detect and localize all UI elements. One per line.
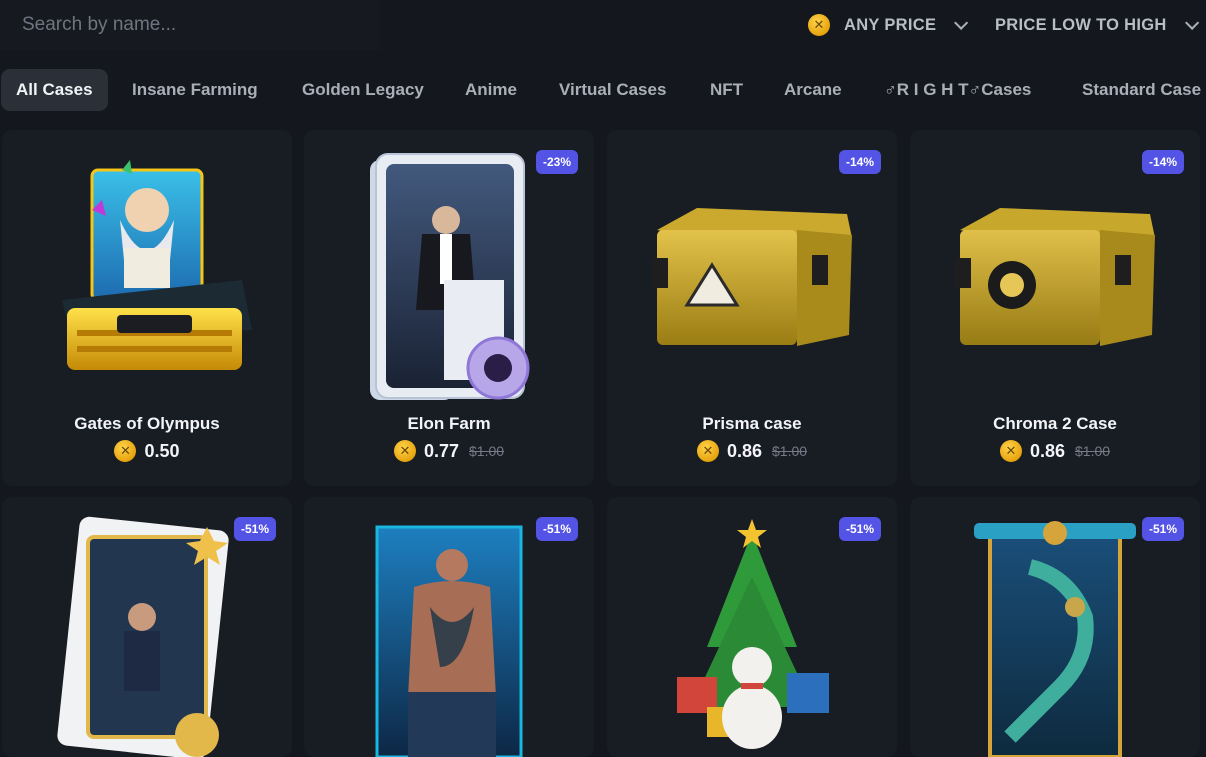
price-value: 0.77 — [423, 440, 459, 461]
sort-label: PRICE LOW TO HIGH — [995, 15, 1167, 34]
coin-icon: ✕ — [999, 440, 1022, 462]
case-card[interactable]: -23% Elon Farm ✕ 0.77 $1.00 — [304, 130, 594, 486]
case-price: ✕ 0.77 $1.00 — [304, 440, 594, 462]
price-value: 0.50 — [144, 440, 180, 461]
case-name: Chroma 2 Case — [993, 414, 1117, 433]
case-card[interactable]: -51% — [910, 497, 1200, 757]
case-name: Elon Farm — [407, 414, 491, 433]
case-price: ✕ 0.86 $1.00 — [607, 440, 897, 462]
coin-icon: ✕ — [808, 14, 830, 36]
coin-icon: ✕ — [393, 440, 416, 462]
case-card[interactable]: -14% Chroma 2 Case ✕ 0.86 $1.00 — [910, 130, 1200, 486]
price-filter-label: ANY PRICE — [844, 15, 937, 34]
case-image — [974, 521, 1136, 757]
elon-farm-case-image — [370, 153, 530, 400]
tab-insane-farming[interactable]: Insane Farming — [132, 69, 258, 111]
tab-right-cases[interactable]: ♂R I G H T♂Cases — [884, 69, 1031, 111]
tab-arcane[interactable]: Arcane — [784, 69, 842, 111]
search-input[interactable] — [0, 0, 380, 50]
old-price: $1.00 — [772, 443, 808, 459]
case-name: Gates of Olympus — [74, 414, 220, 433]
case-card[interactable]: -14% Prisma case ✕ 0.86 $1.00 — [607, 130, 897, 486]
case-card[interactable]: -51% — [2, 497, 292, 757]
chevron-down-icon — [954, 15, 969, 30]
tab-virtual-cases[interactable]: Virtual Cases — [559, 69, 666, 111]
case-card[interactable]: -51% — [304, 497, 594, 757]
case-card[interactable]: -51% — [607, 497, 897, 757]
tab-all-cases[interactable]: All Cases — [1, 69, 108, 111]
tab-anime[interactable]: Anime — [465, 69, 517, 111]
case-image — [375, 525, 523, 757]
gates-of-olympus-case-image — [62, 160, 252, 370]
chevron-down-icon — [1184, 15, 1199, 30]
case-price: ✕ 0.86 $1.00 — [910, 440, 1200, 462]
category-tabs: All Cases Insane Farming Golden Legacy A… — [0, 69, 1206, 111]
old-price: $1.00 — [469, 443, 505, 459]
case-price: ✕ 0.50 — [2, 440, 292, 462]
case-name: Prisma case — [702, 414, 802, 433]
tab-standard-case[interactable]: Standard Case — [1082, 69, 1201, 111]
top-bar: ✕ ANY PRICE PRICE LOW TO HIGH — [0, 0, 1206, 52]
price-value: 0.86 — [726, 440, 762, 461]
case-image — [57, 516, 229, 757]
case-image — [677, 519, 829, 749]
prisma-case-image — [652, 208, 852, 346]
price-filter-dropdown[interactable]: ✕ ANY PRICE — [808, 12, 969, 38]
coin-icon: ✕ — [696, 440, 719, 462]
price-value: 0.86 — [1029, 440, 1065, 461]
tab-golden-legacy[interactable]: Golden Legacy — [302, 69, 424, 111]
coin-icon: ✕ — [114, 440, 137, 462]
case-card[interactable]: Gates of Olympus ✕ 0.50 — [2, 130, 292, 486]
tab-nft[interactable]: NFT — [710, 69, 743, 111]
old-price: $1.00 — [1075, 443, 1111, 459]
chroma-2-case-image — [955, 208, 1155, 346]
sort-dropdown[interactable]: PRICE LOW TO HIGH — [995, 12, 1199, 38]
